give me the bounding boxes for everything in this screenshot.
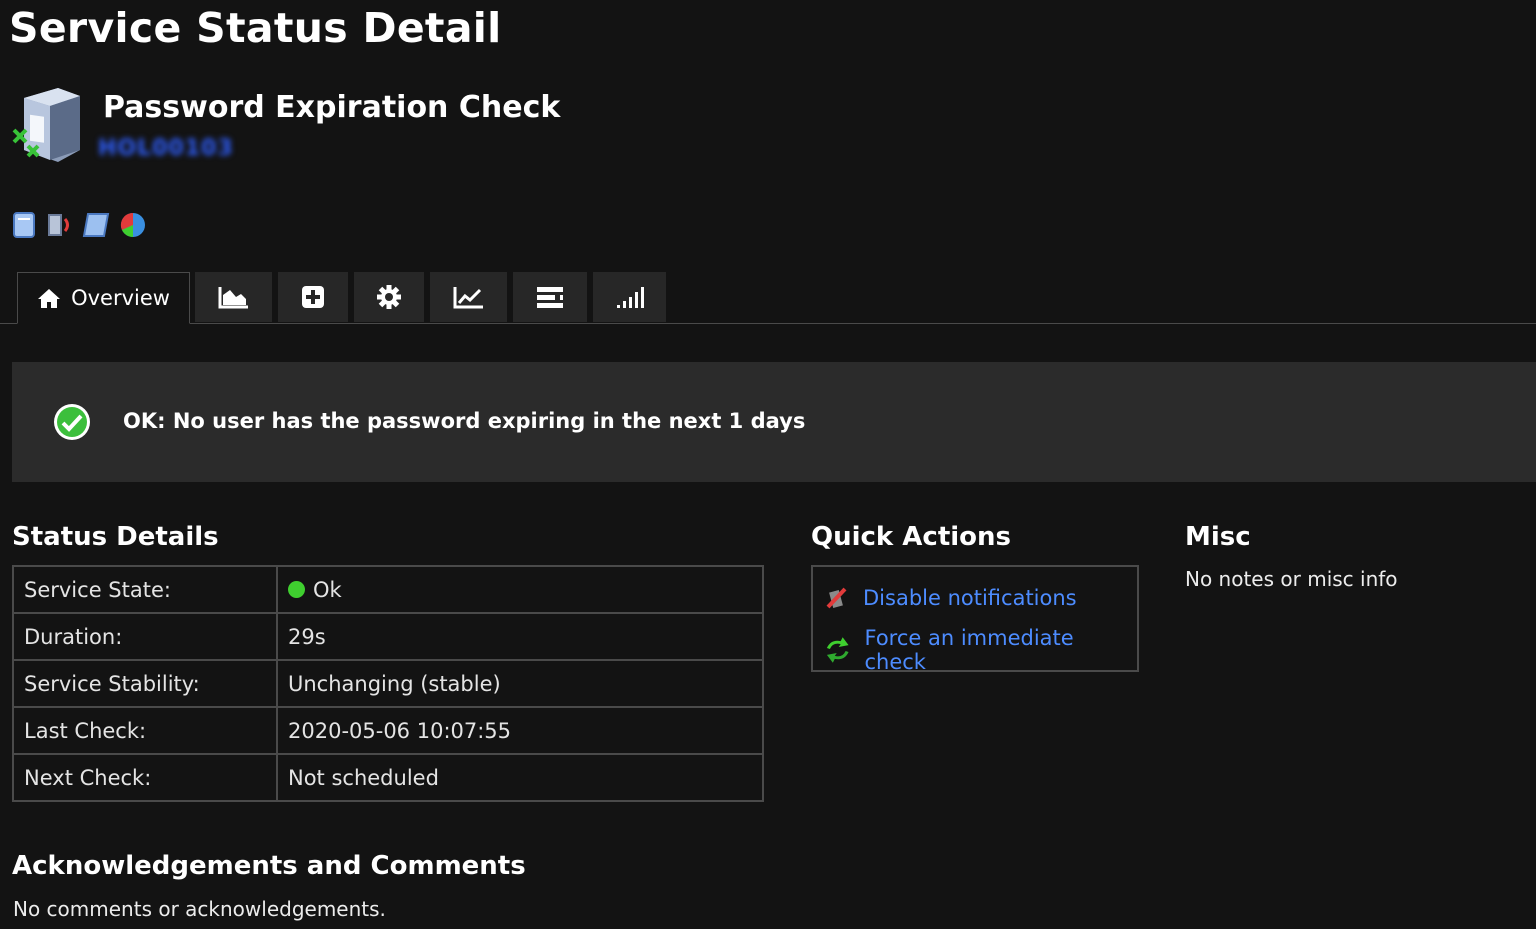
notification-off-icon — [826, 587, 847, 609]
next-check-value: Not scheduled — [276, 753, 764, 802]
quick-actions-heading: Quick Actions — [811, 522, 1012, 552]
service-name: Password Expiration Check — [103, 90, 561, 125]
table-row: Duration: 29s — [12, 612, 764, 661]
plus-square-icon — [302, 286, 324, 308]
tab-overview[interactable]: Overview — [17, 272, 190, 324]
force-check-link[interactable]: Force an immediate check — [823, 626, 1137, 674]
duration-label: Duration: — [12, 612, 278, 661]
acknowledgements-heading: Acknowledgements and Comments — [12, 851, 526, 881]
check-circle-icon — [54, 404, 90, 440]
next-check-label: Next Check: — [12, 753, 278, 802]
area-chart-icon — [218, 287, 248, 309]
misc-heading: Misc — [1185, 522, 1251, 552]
table-row: Service State: Ok — [12, 565, 764, 614]
tab-list[interactable] — [513, 272, 587, 322]
force-check-label: Force an immediate check — [864, 626, 1074, 674]
notification-icon[interactable] — [46, 210, 78, 242]
refresh-icon — [826, 637, 849, 663]
status-output-text: OK: No user has the password expiring in… — [123, 409, 806, 433]
status-dot-icon — [288, 580, 305, 598]
home-icon — [38, 289, 61, 308]
misc-text: No notes or misc info — [1185, 567, 1398, 591]
list-icon — [537, 287, 563, 308]
table-row: Last Check: 2020-05-06 10:07:55 — [12, 706, 764, 755]
tab-add[interactable] — [278, 272, 348, 322]
quick-actions-box: Disable notifications Force an immediate… — [811, 565, 1139, 674]
tab-area-chart[interactable] — [195, 272, 272, 322]
last-check-value: 2020-05-06 10:07:55 — [276, 706, 764, 755]
gear-icon — [377, 285, 401, 309]
last-check-label: Last Check: — [12, 706, 278, 755]
tab-signal[interactable] — [593, 272, 666, 322]
acknowledgements-text: No comments or acknowledgements. — [13, 897, 386, 921]
status-details-table: Service State: Ok Duration: 29s Service … — [12, 565, 764, 802]
document-icon[interactable] — [10, 210, 42, 242]
stability-label: Service Stability: — [12, 659, 278, 708]
stability-value: Unchanging (stable) — [276, 659, 764, 708]
host-name-link[interactable]: HOL00103 — [98, 136, 234, 161]
table-row: Next Check: Not scheduled — [12, 753, 764, 802]
signal-bars-icon — [616, 287, 644, 308]
table-row: Service Stability: Unchanging (stable) — [12, 659, 764, 708]
status-banner: OK: No user has the password expiring in… — [12, 362, 1536, 482]
availability-pie-icon[interactable] — [118, 210, 150, 242]
server-icon — [12, 88, 80, 162]
disable-notifications-label: Disable notifications — [863, 586, 1077, 610]
line-chart-icon — [453, 287, 483, 309]
tab-bar: Overview — [0, 272, 1536, 324]
tab-settings[interactable] — [354, 272, 424, 322]
service-state-label: Service State: — [12, 565, 278, 614]
disable-notifications-link[interactable]: Disable notifications — [823, 585, 1077, 611]
service-state-value: Ok — [276, 565, 764, 614]
tab-overview-label: Overview — [71, 286, 170, 310]
tool-icon-bar — [10, 210, 150, 242]
duration-value: 29s — [276, 612, 764, 661]
tab-line-chart[interactable] — [430, 272, 507, 322]
page-title: Service Status Detail — [9, 4, 502, 52]
status-details-heading: Status Details — [12, 522, 219, 552]
notes-icon[interactable] — [82, 210, 114, 242]
